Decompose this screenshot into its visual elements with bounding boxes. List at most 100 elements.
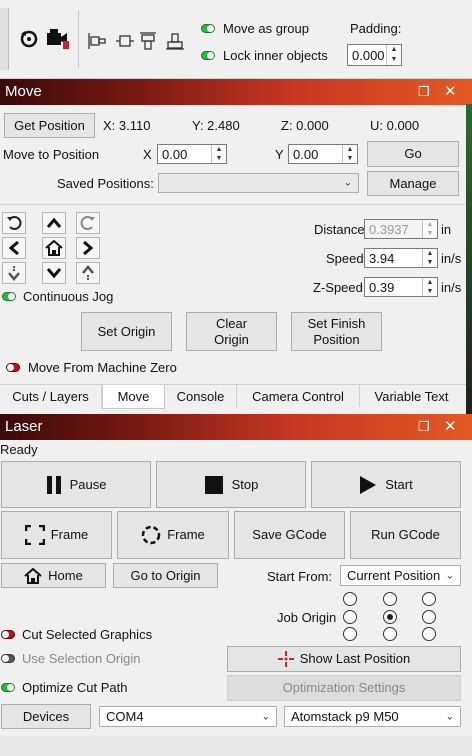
cut-selected-graphics-toggle[interactable] [1, 630, 15, 639]
jog-left-button[interactable] [2, 237, 26, 259]
job-origin-bottom-center[interactable] [383, 627, 397, 641]
clear-origin-button[interactable]: Clear Origin [186, 312, 277, 351]
y-position-input[interactable]: 0.00 ▲ ▼ [288, 144, 358, 164]
continuous-jog-label: Continuous Jog [23, 289, 114, 304]
rotate-ccw-button[interactable] [2, 212, 26, 234]
stop-button[interactable]: Stop [156, 461, 306, 508]
jog-down-button[interactable] [42, 262, 66, 284]
move-panel-title: Move [5, 83, 42, 100]
x-label: X [143, 147, 152, 162]
devices-button[interactable]: Devices [1, 704, 91, 729]
laser-panel-title: Laser [5, 418, 43, 435]
speed-unit: in/s [441, 251, 462, 266]
move-from-machine-zero-toggle[interactable] [6, 363, 20, 372]
undock-icon[interactable]: ❐ [418, 419, 430, 435]
chevron-down-icon: ⌄ [261, 711, 270, 722]
rotate-cw-button[interactable] [76, 212, 100, 234]
top-toolbar: Move as group Lock inner objects Padding… [0, 0, 472, 79]
tab-console[interactable]: Console [165, 385, 237, 407]
bottom-gray-band [0, 736, 472, 756]
y-spinner[interactable]: ▲ ▼ [342, 145, 357, 163]
speed-input[interactable]: 3.94 ▲ ▼ [364, 248, 438, 268]
optimization-settings-button[interactable]: Optimization Settings [227, 675, 461, 701]
job-origin-bottom-left[interactable] [343, 627, 357, 641]
padding-input[interactable]: 0.000 ▲ ▼ [347, 44, 402, 66]
lock-inner-objects-toggle[interactable] [201, 51, 215, 60]
lock-inner-objects-label: Lock inner objects [223, 48, 328, 63]
tab-camera-control[interactable]: Camera Control [237, 385, 360, 407]
job-origin-center[interactable] [383, 610, 397, 624]
job-origin-top-center[interactable] [383, 592, 397, 606]
chevron-down-icon: ⌄ [445, 711, 454, 722]
frame-button[interactable]: Frame [1, 511, 112, 559]
zspeed-input[interactable]: 0.39 ▲ ▼ [364, 277, 438, 297]
job-origin-middle-left[interactable] [343, 610, 357, 624]
zspeed-spinner[interactable]: ▲ ▼ [422, 278, 437, 296]
rotate-icon[interactable] [18, 28, 40, 50]
continuous-jog-toggle[interactable] [2, 292, 16, 301]
home-laser-button[interactable]: Home [1, 563, 106, 588]
tab-variable-text[interactable]: Variable Text [360, 385, 463, 407]
start-from-select[interactable]: Current Position ⌄ [340, 565, 461, 586]
distance-input[interactable]: 0.3937 ▲ ▼ [364, 219, 438, 239]
x-readout: X: 3.110 [103, 118, 151, 133]
use-selection-origin-toggle[interactable] [1, 654, 15, 663]
z-down-button[interactable] [2, 262, 26, 284]
distance-label: Distance [314, 222, 365, 237]
z-readout: Z: 0.000 [281, 118, 329, 133]
job-origin-top-left[interactable] [343, 592, 357, 606]
y-label: Y [275, 147, 284, 162]
close-icon[interactable]: ✕ [444, 417, 457, 435]
camera-icon[interactable] [45, 27, 71, 51]
set-finish-position-button[interactable]: Set Finish Position [291, 312, 382, 351]
set-origin-button[interactable]: Set Origin [81, 312, 172, 351]
run-gcode-button[interactable]: Run GCode [350, 511, 461, 559]
move-panel-titlebar: Move ❐ ✕ [0, 79, 472, 105]
distance-unit: in [441, 222, 452, 237]
home-button[interactable] [42, 237, 66, 259]
frame-rect-icon [24, 525, 45, 545]
x-spinner[interactable]: ▲ ▼ [211, 145, 226, 163]
optimize-cut-path-label: Optimize Cut Path [22, 680, 128, 695]
y-readout: Y: 2.480 [192, 118, 240, 133]
saved-positions-select[interactable]: ⌄ [158, 173, 359, 193]
optimize-cut-path-toggle[interactable] [1, 683, 15, 692]
crosshair-icon [277, 651, 294, 667]
distance-spinner[interactable]: ▲ ▼ [422, 220, 437, 238]
save-gcode-button[interactable]: Save GCode [234, 511, 345, 559]
get-position-button[interactable]: Get Position [4, 113, 95, 138]
speed-spinner[interactable]: ▲ ▼ [422, 249, 437, 267]
move-to-position-label: Move to Position [3, 147, 100, 162]
play-icon [360, 475, 377, 494]
saved-positions-label: Saved Positions: [57, 176, 154, 191]
tab-move[interactable]: Move [102, 385, 165, 409]
stop-icon [204, 475, 223, 494]
show-last-position-button[interactable]: Show Last Position [227, 646, 461, 672]
right-edge-strip [466, 104, 472, 414]
padding-spinner[interactable]: ▲ ▼ [386, 45, 401, 65]
job-origin-middle-right[interactable] [422, 610, 436, 624]
job-origin-bottom-right[interactable] [422, 627, 436, 641]
go-button[interactable]: Go [367, 141, 459, 167]
job-origin-top-right[interactable] [422, 592, 436, 606]
port-select[interactable]: COM4 ⌄ [99, 706, 277, 727]
undock-icon[interactable]: ❐ [418, 84, 430, 100]
move-as-group-toggle[interactable] [201, 24, 215, 33]
job-origin-label: Job Origin [277, 610, 337, 625]
go-to-origin-button[interactable]: Go to Origin [113, 563, 218, 588]
align-icons-group [86, 30, 190, 52]
use-selection-origin-label: Use Selection Origin [22, 651, 141, 666]
z-up-button[interactable] [76, 262, 100, 284]
device-select[interactable]: Atomstack p9 M50 ⌄ [284, 706, 461, 727]
x-position-input[interactable]: 0.00 ▲ ▼ [157, 144, 227, 164]
pause-button[interactable]: Pause [1, 461, 151, 508]
jog-right-button[interactable] [76, 237, 100, 259]
start-button[interactable]: Start [311, 461, 461, 508]
u-readout: U: 0.000 [370, 118, 420, 133]
jog-up-button[interactable] [42, 212, 66, 234]
tab-cuts-layers[interactable]: Cuts / Layers [0, 385, 102, 407]
close-icon[interactable]: ✕ [444, 82, 457, 100]
frame-circle-button[interactable]: Frame [117, 511, 229, 559]
manage-button[interactable]: Manage [367, 171, 459, 196]
laser-panel-titlebar: Laser ❐ ✕ [0, 414, 472, 440]
